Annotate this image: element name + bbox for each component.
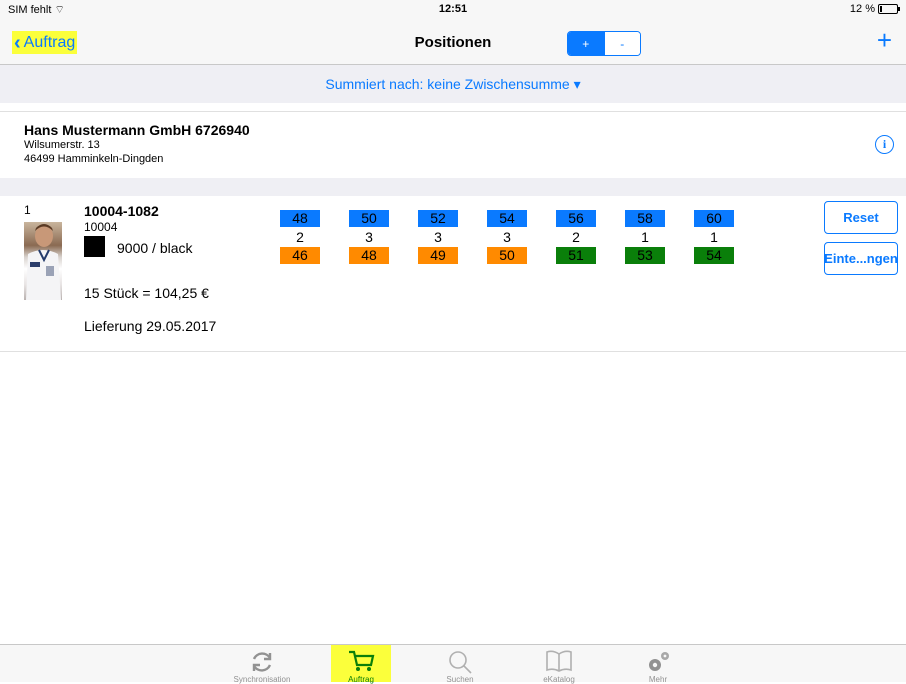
nav-bar: ‹ Auftrag Positionen + - + bbox=[0, 20, 906, 65]
size-quantity[interactable]: 3 bbox=[487, 227, 527, 247]
size-column[interactable]: 60 1 54 bbox=[694, 210, 734, 264]
battery-indicator: 12 % bbox=[849, 3, 900, 15]
stock-level: 51 bbox=[556, 247, 596, 264]
customer-name: Hans Mustermann GmbH 6726940 bbox=[24, 122, 250, 138]
info-icon[interactable]: i bbox=[875, 135, 894, 154]
stock-level: 46 bbox=[280, 247, 320, 264]
customer-card: Hans Mustermann GmbH 6726940 Wilsumerstr… bbox=[0, 111, 906, 179]
size-label: 48 bbox=[280, 210, 320, 227]
position-row[interactable]: 1 10004-1082 10004 9000 / black 15 Stück… bbox=[0, 196, 906, 352]
cart-icon bbox=[331, 649, 391, 673]
size-label: 50 bbox=[349, 210, 389, 227]
tab-label: Mehr bbox=[648, 675, 668, 684]
customer-city: 46499 Hamminkeln-Dingden bbox=[24, 153, 164, 165]
section-spacer bbox=[0, 178, 906, 196]
book-icon bbox=[529, 649, 589, 673]
stock-level: 54 bbox=[694, 247, 734, 264]
position-total: 15 Stück = 104,25 € bbox=[84, 285, 209, 301]
size-quantity[interactable]: 1 bbox=[694, 227, 734, 247]
segment-minus[interactable]: - bbox=[603, 32, 640, 55]
tab-label: Suchen bbox=[446, 675, 474, 684]
color-label: 9000 / black bbox=[117, 240, 193, 256]
size-column[interactable]: 52 3 49 bbox=[418, 210, 458, 264]
tab-label: eKatalog bbox=[543, 675, 575, 684]
reset-button[interactable]: Reset bbox=[824, 201, 898, 234]
delivery-date: Lieferung 29.05.2017 bbox=[84, 318, 217, 334]
stock-level: 53 bbox=[625, 247, 665, 264]
size-column[interactable]: 56 2 51 bbox=[556, 210, 596, 264]
size-label: 60 bbox=[694, 210, 734, 227]
size-quantity[interactable]: 2 bbox=[556, 227, 596, 247]
add-position-button[interactable]: + bbox=[877, 27, 892, 53]
size-column[interactable]: 58 1 53 bbox=[625, 210, 665, 264]
size-column[interactable]: 54 3 50 bbox=[487, 210, 527, 264]
tab-suchen[interactable]: Suchen bbox=[430, 645, 490, 684]
size-quantity[interactable]: 3 bbox=[418, 227, 458, 247]
article-number: 10004-1082 bbox=[84, 203, 159, 219]
size-label: 56 bbox=[556, 210, 596, 227]
battery-percent: 12 % bbox=[849, 3, 875, 15]
tab-bar: Synchronisation Auftrag Suchen eKatalog Mehr bbox=[0, 644, 906, 684]
size-column[interactable]: 48 2 46 bbox=[280, 210, 320, 264]
tab-auftrag[interactable]: Auftrag bbox=[331, 645, 391, 684]
position-number: 1 bbox=[24, 203, 31, 217]
expand-collapse-segment[interactable]: + - bbox=[567, 31, 641, 56]
page-title: Positionen bbox=[414, 34, 492, 51]
clock: 12:51 bbox=[438, 3, 468, 15]
size-quantity[interactable]: 2 bbox=[280, 227, 320, 247]
size-quantity[interactable]: 3 bbox=[349, 227, 389, 247]
tab-synchronisation[interactable]: Synchronisation bbox=[232, 645, 292, 684]
battery-icon bbox=[878, 4, 900, 14]
summary-selector[interactable]: Summiert nach: keine Zwischensumme ▾ bbox=[0, 65, 906, 103]
settings-button[interactable]: Einte...ngen bbox=[824, 242, 898, 275]
sync-icon bbox=[232, 649, 292, 675]
article-subnumber: 10004 bbox=[84, 220, 118, 234]
size-label: 52 bbox=[418, 210, 458, 227]
tab-mehr[interactable]: Mehr bbox=[628, 645, 688, 684]
stock-level: 49 bbox=[418, 247, 458, 264]
gears-icon bbox=[628, 649, 688, 675]
size-quantity[interactable]: 1 bbox=[625, 227, 665, 247]
product-photo bbox=[24, 222, 62, 300]
tab-label: Auftrag bbox=[348, 675, 374, 684]
size-label: 58 bbox=[625, 210, 665, 227]
search-icon bbox=[430, 649, 490, 675]
tab-label: Synchronisation bbox=[233, 675, 291, 684]
color-swatch bbox=[84, 236, 105, 257]
size-label: 54 bbox=[487, 210, 527, 227]
segment-plus[interactable]: + bbox=[568, 32, 604, 55]
stock-level: 48 bbox=[349, 247, 389, 264]
stock-level: 50 bbox=[487, 247, 527, 264]
status-bar: SIM fehlt ⌔ 12:51 12 % bbox=[0, 0, 906, 20]
size-column[interactable]: 50 3 48 bbox=[349, 210, 389, 264]
customer-street: Wilsumerstr. 13 bbox=[24, 139, 100, 151]
tab-ekatalog[interactable]: eKatalog bbox=[529, 645, 589, 684]
